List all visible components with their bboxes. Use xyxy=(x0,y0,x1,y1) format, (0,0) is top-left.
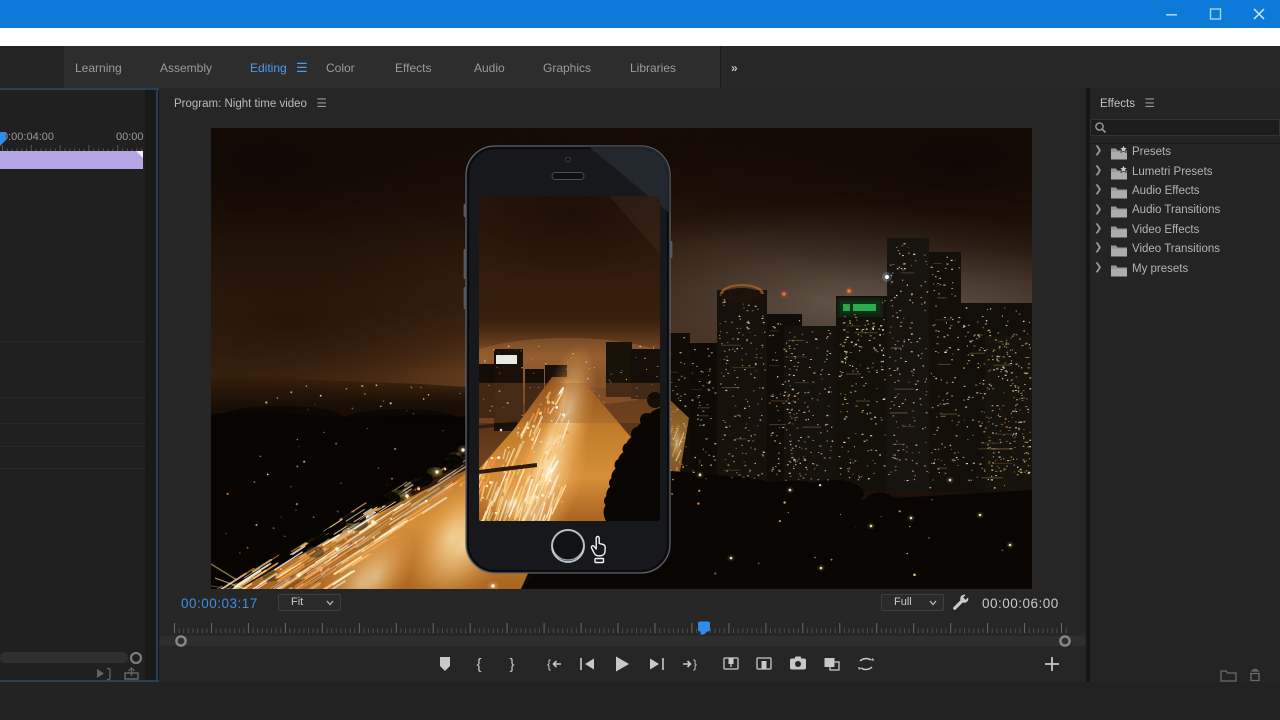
svg-text:{: { xyxy=(547,657,551,671)
svg-text:{: { xyxy=(476,656,481,673)
svg-text:}: } xyxy=(509,656,514,673)
svg-text:}: } xyxy=(693,657,697,671)
